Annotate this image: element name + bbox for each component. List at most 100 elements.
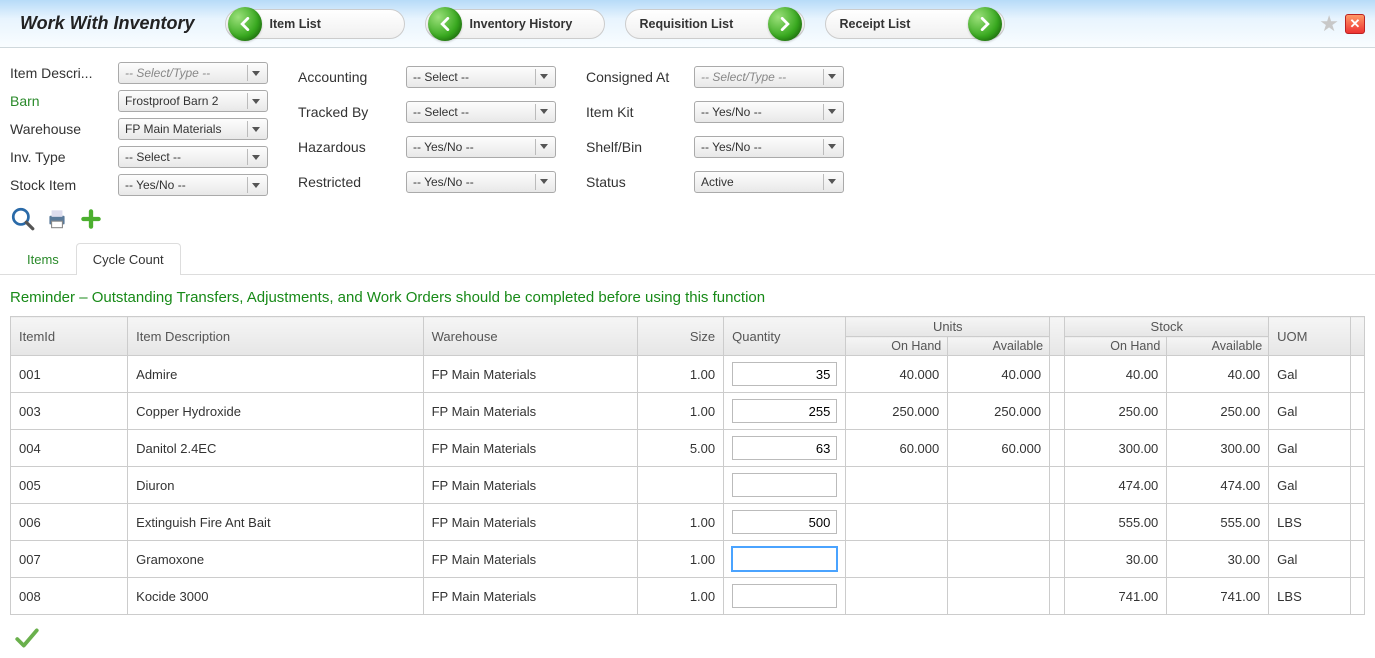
add-icon[interactable] [78,206,104,232]
col-warehouse[interactable]: Warehouse [423,317,637,356]
cell-item-id: 006 [11,504,128,541]
nav-buttons: Item List Inventory History Requisition … [225,9,1005,39]
quantity-input[interactable] [732,362,837,386]
cell-units-avail [948,578,1050,615]
quantity-input[interactable] [732,547,837,571]
cell-uom: Gal [1269,430,1351,467]
col-item-id[interactable]: ItemId [11,317,128,356]
cell-uom: Gal [1269,356,1351,393]
cell-item-desc: Danitol 2.4EC [128,430,423,467]
close-button[interactable]: ✕ [1345,14,1365,34]
nav-label: Receipt List [840,17,970,31]
table-row[interactable]: 008Kocide 3000FP Main Materials1.00741.0… [11,578,1365,615]
tab-cycle-count[interactable]: Cycle Count [76,243,181,275]
combo-warehouse[interactable]: FP Main Materials [118,118,268,140]
confirm-button[interactable] [0,621,1375,658]
filter-col-1: Item Descri... -- Select/Type -- Barn Fr… [10,62,268,196]
label-hazardous: Hazardous [298,139,398,155]
col-uom[interactable]: UOM [1269,317,1351,356]
cell-scroll [1350,430,1364,467]
nav-item-list[interactable]: Item List [225,9,405,39]
toolbar [0,200,1375,242]
table-row[interactable]: 001AdmireFP Main Materials1.0040.00040.0… [11,356,1365,393]
label-stock-item: Stock Item [10,177,110,193]
col-stock-avail[interactable]: Available [1167,337,1269,356]
cell-gap [1050,356,1065,393]
cell-gap [1050,430,1065,467]
cell-stock-onhand: 555.00 [1065,504,1167,541]
search-icon[interactable] [10,206,36,232]
arrow-right-icon [768,7,802,41]
combo-tracked-by[interactable]: -- Select -- [406,101,556,123]
combo-barn[interactable]: Frostproof Barn 2 [118,90,268,112]
cell-quantity [724,430,846,467]
nav-requisition-list[interactable]: Requisition List [625,9,805,39]
combo-restricted[interactable]: -- Yes/No -- [406,171,556,193]
col-stock-onhand[interactable]: On Hand [1065,337,1167,356]
tab-items[interactable]: Items [10,243,76,275]
cell-warehouse: FP Main Materials [423,356,637,393]
cell-item-id: 007 [11,541,128,578]
header-bar: Work With Inventory Item List Inventory … [0,0,1375,48]
cell-quantity [724,541,846,578]
cell-scroll [1350,356,1364,393]
print-icon[interactable] [44,206,70,232]
cell-item-desc: Diuron [128,467,423,504]
table-row[interactable]: 005DiuronFP Main Materials474.00474.00Ga… [11,467,1365,504]
col-gap [1050,317,1065,356]
cell-stock-onhand: 30.00 [1065,541,1167,578]
table-row[interactable]: 003Copper HydroxideFP Main Materials1.00… [11,393,1365,430]
cell-stock-avail: 300.00 [1167,430,1269,467]
col-units-onhand[interactable]: On Hand [846,337,948,356]
col-group-stock[interactable]: Stock [1065,317,1269,337]
cell-units-onhand [846,467,948,504]
combo-item-desc[interactable]: -- Select/Type -- [118,62,268,84]
combo-consigned[interactable]: -- Select/Type -- [694,66,844,88]
combo-stock-item[interactable]: -- Yes/No -- [118,174,268,196]
cell-size: 5.00 [637,430,724,467]
cell-size: 1.00 [637,578,724,615]
favorite-icon[interactable]: ★ [1319,11,1339,37]
cell-gap [1050,541,1065,578]
quantity-input[interactable] [732,584,837,608]
cell-stock-onhand: 741.00 [1065,578,1167,615]
cell-stock-onhand: 250.00 [1065,393,1167,430]
table-row[interactable]: 007GramoxoneFP Main Materials1.0030.0030… [11,541,1365,578]
nav-receipt-list[interactable]: Receipt List [825,9,1005,39]
combo-item-kit[interactable]: -- Yes/No -- [694,101,844,123]
cell-stock-onhand: 300.00 [1065,430,1167,467]
cell-stock-avail: 40.00 [1167,356,1269,393]
cell-size: 1.00 [637,504,724,541]
col-item-desc[interactable]: Item Description [128,317,423,356]
table-row[interactable]: 006Extinguish Fire Ant BaitFP Main Mater… [11,504,1365,541]
col-quantity[interactable]: Quantity [724,317,846,356]
col-scroll [1350,317,1364,356]
nav-label: Requisition List [640,17,770,31]
combo-accounting[interactable]: -- Select -- [406,66,556,88]
quantity-input[interactable] [732,399,837,423]
cell-units-onhand [846,504,948,541]
combo-shelf[interactable]: -- Yes/No -- [694,136,844,158]
quantity-input[interactable] [732,473,837,497]
col-units-avail[interactable]: Available [948,337,1050,356]
combo-status[interactable]: Active [694,171,844,193]
cell-size: 1.00 [637,356,724,393]
tabs: Items Cycle Count [0,242,1375,275]
col-group-units[interactable]: Units [846,317,1050,337]
quantity-input[interactable] [732,436,837,460]
cell-quantity [724,578,846,615]
nav-inventory-history[interactable]: Inventory History [425,9,605,39]
combo-hazardous[interactable]: -- Yes/No -- [406,136,556,158]
cell-warehouse: FP Main Materials [423,578,637,615]
table-row[interactable]: 004Danitol 2.4ECFP Main Materials5.0060.… [11,430,1365,467]
cell-gap [1050,504,1065,541]
col-size[interactable]: Size [637,317,724,356]
cell-uom: LBS [1269,504,1351,541]
cell-units-onhand: 40.000 [846,356,948,393]
cell-size: 1.00 [637,393,724,430]
cell-item-id: 005 [11,467,128,504]
cell-stock-onhand: 474.00 [1065,467,1167,504]
cell-quantity [724,356,846,393]
quantity-input[interactable] [732,510,837,534]
combo-inv-type[interactable]: -- Select -- [118,146,268,168]
